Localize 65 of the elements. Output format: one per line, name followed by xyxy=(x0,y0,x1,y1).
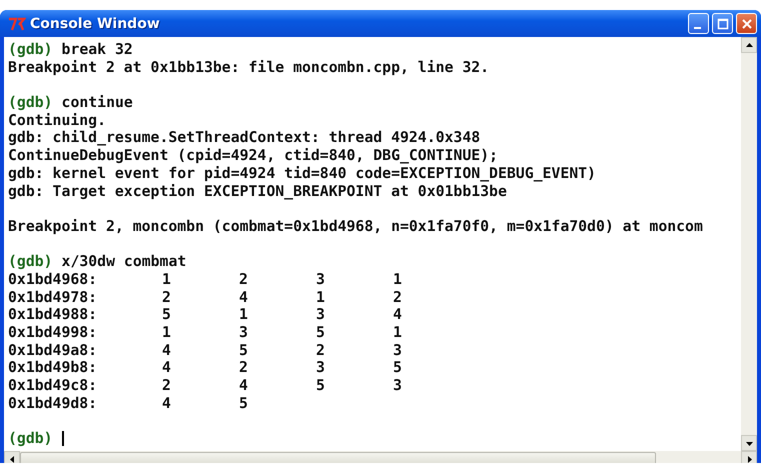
prompt-label: (gdb) xyxy=(8,430,53,448)
scroll-right-icon[interactable] xyxy=(741,451,757,463)
memory-value: 1 xyxy=(161,270,172,289)
memory-value: 2 xyxy=(161,288,172,306)
output-line: Continuing. xyxy=(8,112,106,130)
app-icon xyxy=(8,16,26,30)
memory-value: 1 xyxy=(238,306,249,324)
scroll-left-icon[interactable] xyxy=(4,451,20,463)
memory-value: 5 xyxy=(238,394,249,412)
output-line: gdb: kernel event for pid=4924 tid=840 code=EXCEPTION_DEBUG_EVENT) xyxy=(8,164,596,182)
command-text: x/30dw combmat xyxy=(62,253,186,271)
memory-address: 0x1bd4968: xyxy=(8,270,98,289)
memory-value: 5 xyxy=(161,306,172,324)
memory-value: 4 xyxy=(161,394,172,412)
memory-address: 0x1bd49b8: xyxy=(8,359,98,378)
output-line: ContinueDebugEvent (cpid=4924, ctid=840, DBG_CONTINUE); xyxy=(8,147,498,165)
scroll-down-icon[interactable] xyxy=(741,435,757,451)
memory-value: 2 xyxy=(161,377,172,395)
memory-value: 3 xyxy=(315,359,326,378)
minimize-button[interactable] xyxy=(688,13,709,34)
memory-address: 0x1bd49c8: xyxy=(8,377,98,395)
scroll-up-icon[interactable] xyxy=(741,37,757,53)
output-line: Breakpoint 2 at 0x1bb13be: file moncombn.cpp, line 32. xyxy=(8,58,490,76)
memory-value: 5 xyxy=(315,324,326,342)
memory-value: 3 xyxy=(392,342,403,360)
memory-value: 2 xyxy=(392,288,403,306)
prompt-label: (gdb) xyxy=(8,94,53,112)
memory-address: 0x1bd49d8: xyxy=(8,394,98,412)
output-line: gdb: Target exception EXCEPTION_BREAKPOINT at 0x01bb13be xyxy=(8,182,507,200)
command-text: continue xyxy=(62,94,133,112)
memory-value: 3 xyxy=(392,377,403,395)
memory-value: 4 xyxy=(161,342,172,360)
memory-value: 3 xyxy=(315,270,326,289)
memory-address: 0x1bd4998: xyxy=(8,324,98,342)
maximize-button[interactable] xyxy=(712,13,733,34)
memory-value: 4 xyxy=(238,288,249,306)
memory-value: 5 xyxy=(315,377,326,395)
memory-address: 0x1bd4988: xyxy=(8,306,98,324)
memory-value: 4 xyxy=(161,359,172,378)
memory-value: 5 xyxy=(392,359,403,378)
output-line: gdb: child_resume.SetThreadContext: thread 4924.0x348 xyxy=(8,129,480,148)
memory-value: 4 xyxy=(392,306,403,324)
memory-value: 2 xyxy=(238,270,249,289)
memory-value: 1 xyxy=(161,324,172,342)
prompt-label: (gdb) xyxy=(8,253,53,271)
close-button[interactable] xyxy=(736,13,757,34)
prompt-label: (gdb) xyxy=(8,41,53,59)
memory-address: 0x1bd49a8: xyxy=(8,342,98,360)
command-text: break 32 xyxy=(62,41,133,59)
memory-value: 1 xyxy=(315,288,326,306)
close-icon xyxy=(740,18,752,30)
memory-value: 1 xyxy=(392,270,403,289)
text-cursor xyxy=(62,431,64,446)
memory-value: 4 xyxy=(238,377,249,395)
memory-value: 2 xyxy=(315,342,326,360)
minimize-icon xyxy=(694,27,700,29)
memory-value: 3 xyxy=(315,306,326,324)
memory-value: 3 xyxy=(238,324,249,342)
memory-value: 5 xyxy=(238,342,249,360)
memory-address: 0x1bd4978: xyxy=(8,288,98,306)
maximize-icon xyxy=(716,18,728,30)
memory-value: 2 xyxy=(238,359,249,378)
output-line: Breakpoint 2, moncombn (combmat=0x1bd4968, n=0x1fa70f0, m=0x1fa70d0) at moncom xyxy=(8,218,703,236)
window-title: Console Window xyxy=(30,16,161,32)
memory-value: 1 xyxy=(392,324,403,342)
